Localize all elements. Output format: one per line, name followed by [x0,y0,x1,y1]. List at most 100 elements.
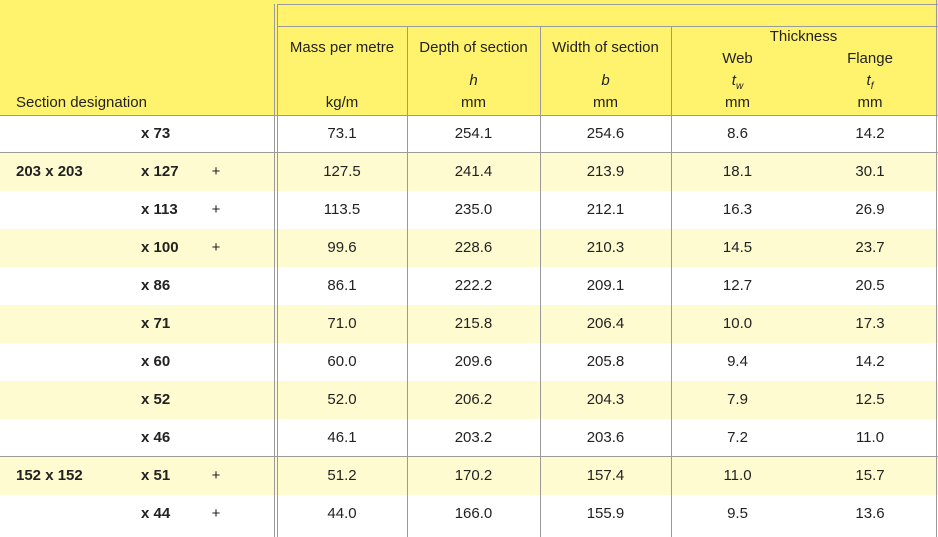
cell-web: 18.1 [722,163,753,180]
cell-serial-size [16,267,126,305]
cell-serial-size [16,115,126,153]
header-width-symbol: b [601,72,610,89]
header-web-unit: mm [725,94,750,111]
header-mass-label: Mass per metre [289,39,395,56]
cell-web: 7.2 [727,429,748,446]
cell-width: 206.4 [586,315,625,332]
cell-mark [209,381,223,419]
cell-depth: 203.2 [454,429,493,446]
cell-flange: 15.7 [855,467,885,484]
header-web-symbol: tw [731,72,744,92]
cell-web: 7.9 [727,391,748,408]
cell-width: 213.9 [586,163,625,180]
cell-mark [209,115,223,153]
cell-web: 11.0 [723,467,752,484]
column-divider [671,26,672,537]
table-row: 203 x 203 x 127 +127.5 241.4 213.9 18.1 30.1 [0,153,938,191]
cell-width: 205.8 [586,353,625,370]
cell-web: 9.5 [727,505,748,522]
cell-width: 212.1 [586,201,625,218]
cell-width: 204.3 [586,391,625,408]
header-top-rule [277,4,938,5]
cell-serial-size [16,343,126,381]
cell-depth: 254.1 [454,125,493,142]
cell-depth: 206.2 [454,391,493,408]
cell-flange: 20.5 [855,277,885,294]
cell-depth: 235.0 [454,201,493,218]
table-row: x 71 71.0 215.8 206.4 10.0 17.3 [0,305,938,343]
group-separator [0,152,938,153]
cell-flange: 26.9 [855,201,885,218]
cell-mass: 44.0 [327,505,357,522]
header-web-label: Web [722,50,753,67]
cell-serial-size: 152 x 152 [16,467,83,484]
header-flange-unit: mm [857,94,883,111]
cell-flange: 11.0 [855,429,885,446]
cell-mark: + [211,201,221,218]
cell-designation: x 44 [141,505,171,522]
cell-web: 12.7 [722,277,753,294]
table-row: x 100 +99.6 228.6 210.3 14.5 23.7 [0,229,938,267]
table-row: 152 x 152 x 51 +51.2 170.2 157.4 11.0 15.7 [0,457,938,495]
cell-serial-size [16,305,126,343]
cell-mark [209,343,223,381]
cell-depth: 209.6 [454,353,493,370]
cell-mark: + [211,239,221,256]
header-section-designation: Section designation [16,94,147,111]
table-row: x 52 52.0 206.2 204.3 7.9 12.5 [0,381,938,419]
cell-mass: 51.2 [327,467,357,484]
column-divider [936,0,937,537]
cell-width: 210.3 [586,239,625,256]
cell-depth: 166.0 [454,505,493,522]
header-depth-label: Depth of section [419,39,528,56]
header-flange-symbol: tf [866,72,874,92]
cell-serial-size [16,229,126,267]
cell-designation: x 46 [141,429,171,446]
column-divider [407,26,408,537]
cell-width: 157.4 [586,467,625,484]
cell-flange: 12.5 [855,391,885,408]
cell-mass: 73.1 [327,125,357,142]
cell-designation: x 71 [141,315,171,332]
header-mass-unit: kg/m [325,94,359,111]
cell-designation: x 113 [141,201,178,218]
cell-width: 203.6 [586,429,625,446]
cell-mark: + [211,467,221,484]
cell-designation: x 73 [141,125,171,142]
cell-flange: 14.2 [855,353,885,370]
table-row: x 60 60.0 209.6 205.8 9.4 14.2 [0,343,938,381]
table-row: x 86 86.1 222.2 209.1 12.7 20.5 [0,267,938,305]
cell-depth: 222.2 [454,277,493,294]
cell-mark: + [211,505,221,522]
cell-mark [209,267,223,305]
header-bottom-rule [0,115,938,116]
table-row: x 73 73.1 254.1 254.6 8.6 14.2 [0,115,938,153]
cell-web: 8.6 [727,125,748,142]
cell-depth: 170.2 [454,467,493,484]
cell-depth: 215.8 [454,315,493,332]
table-row: x 113 +113.5 235.0 212.1 16.3 26.9 [0,191,938,229]
cell-serial-size [16,381,126,419]
header-depth-unit: mm [461,94,486,111]
cell-depth: 228.6 [454,239,493,256]
cell-serial-size [16,495,126,533]
cell-mass: 60.0 [327,353,357,370]
cell-mass: 127.5 [323,163,361,180]
cell-serial-size [16,419,126,457]
cell-designation: x 60 [141,353,171,370]
cell-mass: 86.1 [327,277,357,294]
cell-mass: 46.1 [327,429,357,446]
cell-width: 155.9 [586,505,625,522]
header-flange-label: Flange [847,50,893,67]
cell-serial-size [16,191,126,229]
cell-designation: x 100 [141,239,179,256]
cell-flange: 14.2 [855,125,885,142]
cell-mass: 52.0 [327,391,357,408]
cell-flange: 13.6 [855,505,885,522]
table-row: x 44 +44.0 166.0 155.9 9.5 13.6 [0,495,938,533]
header-thickness-label: Thickness [769,28,838,45]
cell-web: 10.0 [722,315,753,332]
header-depth-symbol: h [469,72,478,89]
cell-width: 254.6 [586,125,625,142]
cell-mark [209,305,223,343]
